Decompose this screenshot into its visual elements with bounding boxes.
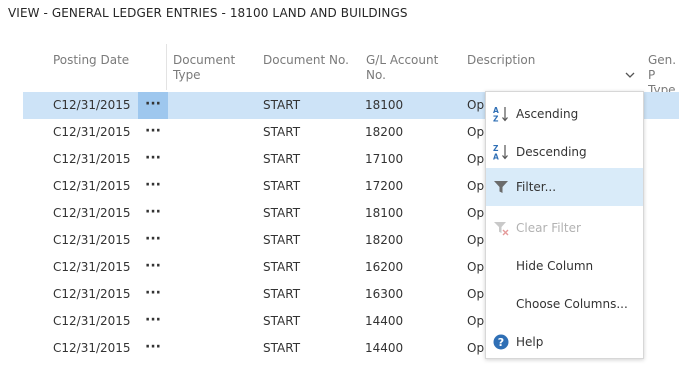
column-context-menu: A Z Ascending Z A Descending Filter... C…: [485, 91, 644, 359]
menu-item-label: Hide Column: [516, 259, 594, 273]
posting-date-cell: C12/31/2015: [53, 341, 131, 355]
gl-account-cell: 16300: [365, 287, 404, 301]
row-actions-button[interactable]: ···: [138, 119, 168, 146]
chevron-down-icon[interactable]: [625, 64, 635, 83]
column-header-document-type[interactable]: Document Type: [173, 53, 235, 83]
posting-date-cell: C12/31/2015: [53, 206, 131, 220]
sort-ascending-icon: A Z: [492, 105, 510, 124]
description-cell: Op: [467, 206, 485, 220]
menu-item-clear-filter[interactable]: Clear Filter: [486, 209, 643, 247]
document-no-cell: START: [263, 341, 301, 355]
sort-descending-icon: Z A: [492, 143, 510, 162]
column-header-document-no[interactable]: Document No.: [263, 53, 349, 68]
svg-text:A: A: [493, 153, 499, 162]
gl-account-cell: 18100: [365, 98, 404, 112]
menu-item-ascending[interactable]: A Z Ascending: [486, 95, 643, 133]
gl-account-cell: 16200: [365, 260, 404, 274]
row-actions-button[interactable]: ···: [138, 281, 168, 308]
posting-date-cell: C12/31/2015: [53, 314, 131, 328]
description-cell: Op: [467, 314, 485, 328]
row-actions-button[interactable]: ···: [138, 146, 168, 173]
menu-item-descending[interactable]: Z A Descending: [486, 133, 643, 171]
row-actions-button[interactable]: ···: [138, 335, 168, 362]
filter-icon: [492, 178, 510, 196]
document-no-cell: START: [263, 233, 301, 247]
document-no-cell: START: [263, 179, 301, 193]
svg-text:Z: Z: [493, 115, 499, 124]
column-header-label: No.: [366, 68, 386, 82]
column-header-label: G/L Account: [366, 53, 439, 67]
posting-date-cell: C12/31/2015: [53, 179, 131, 193]
column-header-gl-account[interactable]: G/L Account No.: [366, 53, 438, 83]
gl-account-cell: 17100: [365, 152, 404, 166]
gl-account-cell: 18100: [365, 206, 404, 220]
menu-item-label: Choose Columns...: [516, 297, 628, 311]
description-cell: Op: [467, 152, 485, 166]
column-header-label: Gen. P: [648, 53, 677, 82]
gl-account-cell: 17200: [365, 179, 404, 193]
row-actions-button[interactable]: ···: [138, 200, 168, 227]
column-header-label: Document No.: [263, 53, 349, 67]
menu-item-help[interactable]: ? Help: [486, 323, 643, 361]
column-header-label: Type: [173, 68, 201, 82]
column-header-posting-date[interactable]: Posting Date: [53, 53, 129, 68]
description-cell: Op: [467, 98, 485, 112]
clear-filter-icon: [492, 219, 510, 237]
menu-item-label: Filter...: [516, 180, 557, 194]
document-no-cell: START: [263, 98, 301, 112]
posting-date-cell: C12/31/2015: [53, 98, 131, 112]
posting-date-cell: C12/31/2015: [53, 260, 131, 274]
row-actions-button[interactable]: ···: [138, 173, 168, 200]
menu-item-label: Help: [516, 335, 544, 349]
description-cell: Op: [467, 287, 485, 301]
menu-item-label: Descending: [516, 145, 587, 159]
menu-item-filter[interactable]: Filter...: [486, 168, 643, 206]
gl-account-cell: 18200: [365, 125, 404, 139]
menu-item-label: Ascending: [516, 107, 579, 121]
posting-date-cell: C12/31/2015: [53, 152, 131, 166]
posting-date-cell: C12/31/2015: [53, 233, 131, 247]
column-header-label: Document: [173, 53, 236, 67]
gl-account-cell: 14400: [365, 314, 404, 328]
row-actions-button[interactable]: ···: [138, 254, 168, 281]
column-header-label: Posting Date: [53, 53, 130, 67]
document-no-cell: START: [263, 152, 301, 166]
menu-item-choose-columns[interactable]: Choose Columns...: [486, 285, 643, 323]
column-header-description[interactable]: Description: [467, 53, 535, 68]
column-header-label: Description: [467, 53, 536, 67]
description-cell: Op: [467, 260, 485, 274]
description-cell: Op: [467, 341, 485, 355]
help-icon: ?: [492, 333, 510, 351]
menu-item-hide-column[interactable]: Hide Column: [486, 247, 643, 285]
row-actions-button[interactable]: ···: [138, 308, 168, 335]
column-divider: [166, 44, 167, 90]
document-no-cell: START: [263, 287, 301, 301]
posting-date-cell: C12/31/2015: [53, 125, 131, 139]
description-cell: Op: [467, 125, 485, 139]
document-no-cell: START: [263, 125, 301, 139]
svg-text:?: ?: [498, 336, 504, 349]
gl-account-cell: 18200: [365, 233, 404, 247]
document-no-cell: START: [263, 260, 301, 274]
row-actions-button[interactable]: ···: [138, 227, 168, 254]
posting-date-cell: C12/31/2015: [53, 287, 131, 301]
description-cell: Op: [467, 179, 485, 193]
document-no-cell: START: [263, 206, 301, 220]
description-cell: Op: [467, 233, 485, 247]
document-no-cell: START: [263, 314, 301, 328]
row-actions-button[interactable]: ···: [138, 92, 168, 119]
gl-account-cell: 14400: [365, 341, 404, 355]
menu-item-label: Clear Filter: [516, 221, 581, 235]
